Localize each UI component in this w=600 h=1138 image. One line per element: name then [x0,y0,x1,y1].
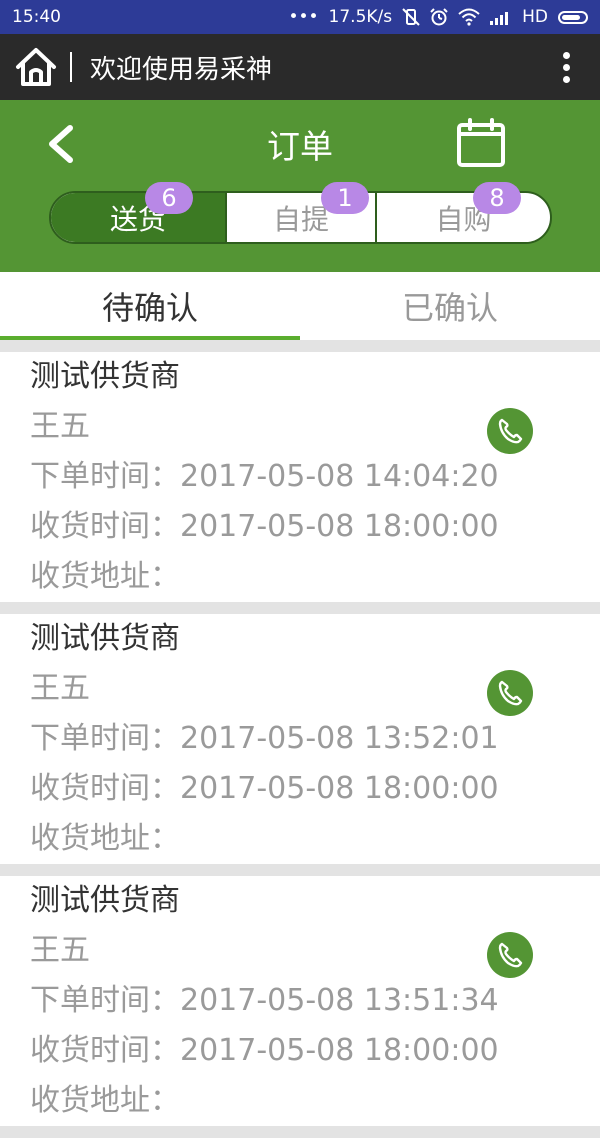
network-type: HD [522,7,548,27]
delivery-address: 收货地址： [30,821,180,856]
status-dots: ••• [288,7,319,27]
phone-icon[interactable] [487,408,533,454]
count-badge: 1 [321,182,369,214]
supplier-name: 测试供货商 [30,359,180,394]
order-card[interactable]: 测试供货商 王五 下单时间：2017-05-08 14:04:20 收货时间：2… [0,352,600,602]
battery-icon [558,10,588,24]
segment-label: 自提 [272,202,329,236]
alarm-icon [430,8,448,26]
app-bar: 欢迎使用易采神 [0,34,600,100]
network-speed: 17.5K/s [328,7,393,27]
segment-self-purchase[interactable]: 自购 8 [377,182,550,242]
delivery-address: 收货地址： [30,559,180,594]
order-list: 测试供货商 王五 下单时间：2017-05-08 14:04:20 收货时间：2… [0,352,600,1138]
delivery-time: 收货时间：2017-05-08 18:00:00 [30,1033,499,1068]
calendar-icon[interactable] [456,118,506,168]
signal-icon [490,12,509,25]
appbar-divider [70,52,72,82]
more-vertical-icon[interactable] [563,51,570,83]
tab-confirmed[interactable]: 已确认 [300,272,600,340]
order-time: 下单时间：2017-05-08 13:51:34 [30,983,499,1018]
phone-icon[interactable] [487,670,533,716]
page-title: 订单 [267,127,333,166]
home-icon[interactable] [14,45,58,89]
delivery-time: 收货时间：2017-05-08 18:00:00 [30,509,499,544]
app-title: 欢迎使用易采神 [90,54,273,85]
status-time: 15:40 [12,7,61,27]
delivery-time: 收货时间：2017-05-08 18:00:00 [30,771,499,806]
status-bar: 15:40 ••• 17.5K/s HD [0,0,600,34]
supplier-name: 测试供货商 [30,621,180,656]
order-time: 下单时间：2017-05-08 14:04:20 [30,459,499,494]
supplier-name: 测试供货商 [30,883,180,918]
order-card[interactable]: 测试供货商 王五 下单时间：2017-05-08 13:51:34 收货时间：2… [0,876,600,1126]
order-card[interactable]: 测试供货商 王五 下单时间：2017-05-08 13:52:01 收货时间：2… [0,614,600,864]
wifi-icon [458,8,480,26]
segment-pickup[interactable]: 自提 1 [227,182,377,242]
phone-icon[interactable] [487,932,533,978]
count-badge: 6 [145,182,193,214]
order-time: 下单时间：2017-05-08 13:52:01 [30,721,499,756]
orders-header: 订单 送货 6 自提 1 自购 8 [0,100,600,272]
vibrate-off-icon [402,8,420,26]
count-badge: 8 [473,182,521,214]
delivery-address: 收货地址： [30,1083,180,1118]
delivery-type-segment: 送货 6 自提 1 自购 8 [49,182,552,244]
status-icons: ••• 17.5K/s HD [288,7,588,27]
status-tabs: 待确认 已确认 [0,272,600,340]
tab-pending[interactable]: 待确认 [0,272,300,340]
segment-delivery[interactable]: 送货 6 [51,182,227,242]
